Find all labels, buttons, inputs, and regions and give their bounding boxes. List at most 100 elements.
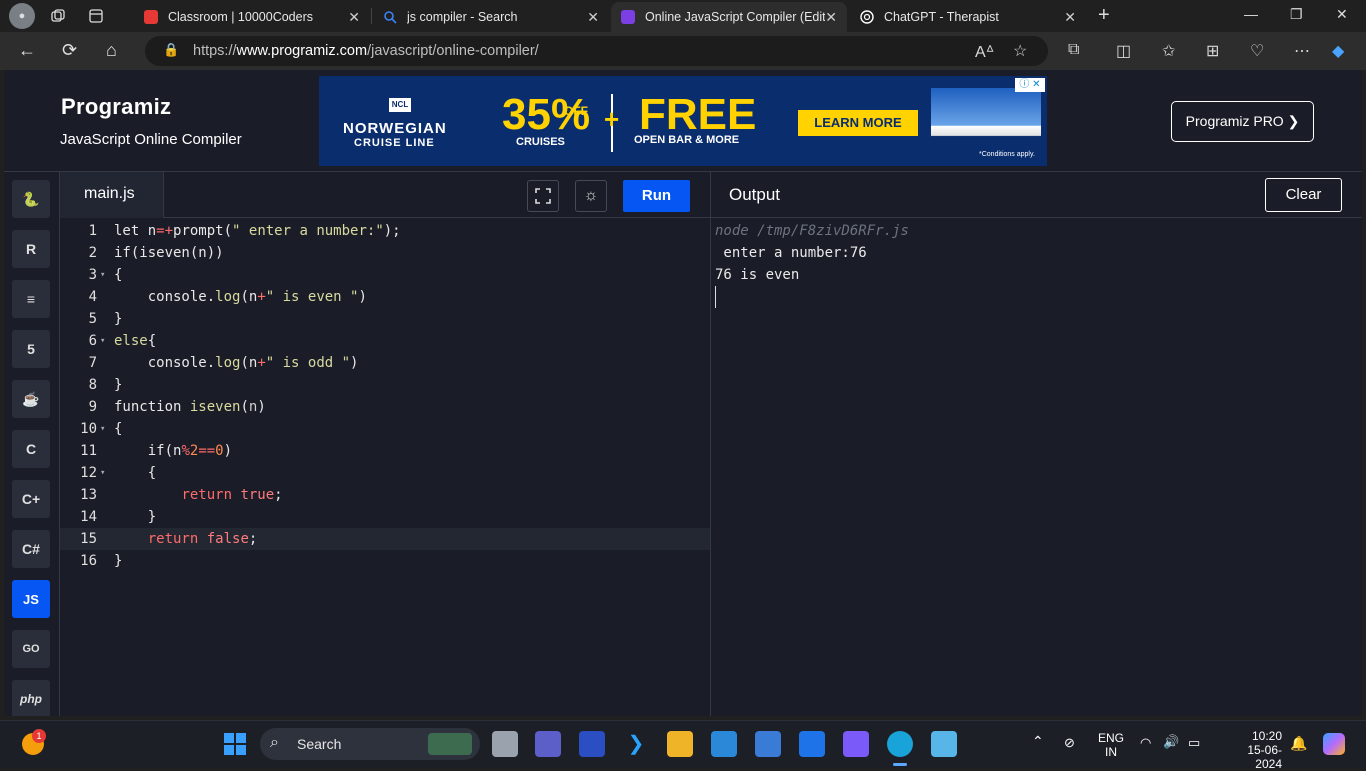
search-label: Search [297, 736, 342, 752]
battery-icon[interactable]: ▭ [1188, 735, 1200, 751]
code-line: 7 console.log(n+" is odd ") [88, 355, 359, 371]
store-icon[interactable] [755, 731, 781, 757]
html5-icon[interactable]: 5 [12, 330, 50, 368]
tab-title: Classroom | 10000Coders [168, 10, 313, 24]
tab-programiz[interactable]: Online JavaScript Compiler (Edito ✕ [611, 2, 847, 32]
code-line: 10 ▾{ [60, 418, 710, 440]
notification-badge: 1 [32, 729, 46, 743]
java-icon[interactable]: ☕ [12, 380, 50, 418]
profile-avatar[interactable]: ● [9, 3, 35, 29]
close-tab-icon[interactable]: ✕ [348, 9, 360, 26]
fullscreen-icon[interactable] [527, 180, 559, 212]
run-button[interactable]: Run [623, 180, 690, 212]
collections-icon[interactable]: ⊞ [1206, 41, 1219, 61]
language-sidebar: 🐍 R ≡ 5 ☕ C C+ C# JS GO php [4, 172, 60, 716]
clock[interactable]: 10:20 15-06-2024 [1222, 729, 1282, 771]
r-language-icon[interactable]: R [12, 230, 50, 268]
show-hidden-icons[interactable]: ⌃ [1032, 733, 1044, 750]
home-icon[interactable]: ⌂ [106, 40, 117, 61]
code-line: 13 return true; [80, 487, 283, 503]
close-tab-icon[interactable]: ✕ [825, 9, 837, 26]
file-explorer-icon[interactable] [667, 731, 693, 757]
favorite-star-icon[interactable]: ☆ [1013, 41, 1027, 61]
tab-classroom[interactable]: Classroom | 10000Coders ✕ [134, 2, 370, 32]
file-tab-main-js[interactable]: main.js [60, 172, 164, 218]
teams-icon[interactable] [535, 731, 561, 757]
programiz-pro-button[interactable]: Programiz PRO ❯ [1171, 101, 1314, 142]
cpp-icon[interactable]: C+ [12, 480, 50, 518]
mail-icon[interactable] [711, 731, 737, 757]
ncl-advertisement[interactable]: NCL NORWEGIAN CRUISE LINE 35% CRUISES + … [319, 76, 1047, 166]
fold-arrow-icon[interactable]: ▾ [100, 418, 105, 440]
output-command: node /tmp/F8zivD6RFr.js [715, 223, 909, 239]
code-line-active: 15 return false; [60, 528, 710, 550]
refresh-icon[interactable]: ⟳ [62, 40, 77, 61]
favorites-icon[interactable]: ✩ [1162, 41, 1175, 61]
go-icon[interactable]: GO [12, 630, 50, 668]
tab-actions-icon[interactable] [81, 1, 111, 31]
vscode-icon[interactable]: ❯ [623, 731, 649, 757]
code-line: 3 ▾{ [60, 264, 710, 286]
clear-button[interactable]: Clear [1265, 178, 1342, 212]
tab-search[interactable]: js compiler - Search ✕ [373, 2, 609, 32]
address-bar[interactable]: 🔒 https://www.programiz.com/javascript/o… [145, 36, 1048, 66]
fold-arrow-icon[interactable]: ▾ [100, 330, 105, 352]
task-view-icon[interactable] [492, 731, 518, 757]
output-toolbar: Output Clear [711, 172, 1362, 218]
code-line: 14 } [80, 509, 157, 525]
close-tab-icon[interactable]: ✕ [587, 9, 599, 26]
code-area[interactable]: 1 let n=+prompt(" enter a number:"); 2 if(… [60, 220, 710, 572]
ad-close-icon[interactable]: ⓘ ✕ [1015, 78, 1045, 92]
restore-icon[interactable]: ❐ [1290, 6, 1303, 23]
edge-icon[interactable] [887, 731, 913, 757]
tab-chatgpt[interactable]: ChatGPT - Therapist ✕ [850, 2, 1086, 32]
theme-toggle-icon[interactable]: ☼ [575, 180, 607, 212]
php-icon[interactable]: php [12, 680, 50, 716]
minimize-icon[interactable]: — [1244, 6, 1258, 22]
csharp-icon[interactable]: C# [12, 530, 50, 568]
dropbox-icon[interactable] [799, 731, 825, 757]
language-indicator[interactable]: ENG IN [1098, 731, 1124, 759]
programiz-page: Programiz JavaScript Online Compiler NCL… [4, 70, 1362, 716]
code-line: 8} [88, 377, 123, 393]
extensions-icon[interactable]: ⧉ [1068, 41, 1079, 59]
fold-arrow-icon[interactable]: ▾ [100, 462, 105, 484]
copilot-tray-icon[interactable] [1323, 733, 1345, 755]
c-language-icon[interactable]: C [12, 430, 50, 468]
wifi-icon[interactable]: ◠ [1140, 735, 1151, 751]
python-icon[interactable]: 🐍 [12, 180, 50, 218]
back-icon[interactable]: ← [18, 40, 36, 61]
fold-arrow-icon[interactable]: ▾ [100, 264, 105, 286]
javascript-icon[interactable]: JS [12, 580, 50, 618]
tab-title: ChatGPT - Therapist [884, 10, 999, 24]
volume-icon[interactable]: 🔊 [1163, 734, 1179, 750]
ad-open-bar: OPEN BAR & MORE [634, 134, 740, 146]
programiz-logo[interactable]: Programiz [61, 94, 171, 120]
split-screen-icon[interactable]: ◫ [1116, 41, 1131, 61]
output-panel: Output Clear node /tmp/F8zivD6RFr.js ent… [710, 172, 1362, 716]
code-line: 2 if(iseven(n)) [88, 245, 224, 261]
read-aloud-icon[interactable]: Aᐞ [975, 42, 994, 62]
copilot-taskbar-icon[interactable] [843, 731, 869, 757]
close-tab-icon[interactable]: ✕ [1064, 9, 1076, 26]
code-line: 5} [88, 311, 123, 327]
more-menu-icon[interactable]: ⋯ [1294, 41, 1310, 61]
code-line: 16} [80, 553, 123, 569]
dev-home-icon[interactable] [579, 731, 605, 757]
site-header: Programiz JavaScript Online Compiler NCL… [4, 70, 1362, 172]
notepad-icon[interactable] [931, 731, 957, 757]
sql-database-icon[interactable]: ≡ [12, 280, 50, 318]
terminal-cursor[interactable] [715, 286, 716, 308]
taskbar-search[interactable]: ⌕ Search [260, 728, 480, 760]
notifications-bell-icon[interactable]: 🔔 [1290, 735, 1307, 752]
learn-more-button[interactable]: LEARN MORE [798, 110, 918, 136]
editor-toolbar: main.js ☼ Run [60, 172, 710, 218]
network-off-icon[interactable]: ⊘ [1064, 735, 1075, 751]
close-window-icon[interactable]: ✕ [1336, 6, 1348, 23]
copilot-icon[interactable]: ◆ [1332, 41, 1344, 61]
workspaces-icon[interactable] [43, 1, 73, 31]
new-tab-icon[interactable]: + [1098, 4, 1110, 27]
code-line: 1 let n=+prompt(" enter a number:"); [88, 223, 401, 239]
windows-start-icon[interactable] [224, 733, 246, 760]
browser-essentials-icon[interactable]: ♡ [1250, 41, 1264, 61]
